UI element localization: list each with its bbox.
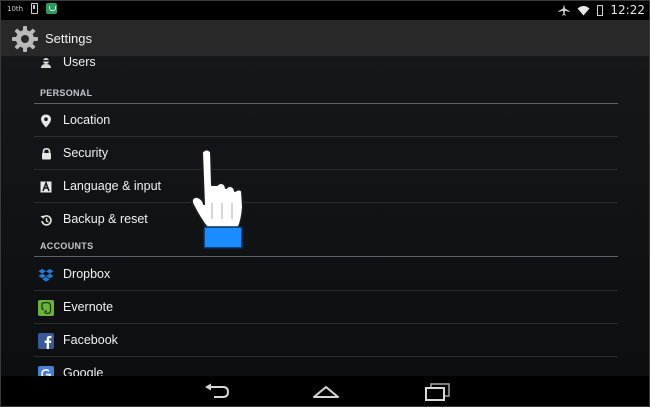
settings-item-label: Location xyxy=(63,113,111,127)
recent-apps-icon[interactable] xyxy=(422,382,452,402)
section-header-personal: PERSONAL xyxy=(34,82,618,104)
home-icon[interactable] xyxy=(311,382,341,402)
facebook-icon xyxy=(38,333,54,349)
settings-item-label: Evernote xyxy=(63,300,114,314)
settings-item-dropbox[interactable]: Dropbox xyxy=(34,258,618,291)
google-icon xyxy=(38,366,54,376)
evernote-icon xyxy=(38,300,54,316)
settings-item-security[interactable]: Security xyxy=(34,137,618,170)
section-header-accounts: ACCOUNTS xyxy=(34,235,618,257)
pointer-hand-cuff xyxy=(203,226,243,249)
settings-item-evernote[interactable]: Evernote xyxy=(34,291,618,324)
settings-item-google[interactable]: Google xyxy=(34,357,618,376)
section-header-label: PERSONAL xyxy=(40,88,93,98)
wifi-icon xyxy=(577,5,590,15)
settings-item-label: Backup & reset xyxy=(63,212,148,226)
screen-frame: 10th 12:22 Settings Users PERSONAL Locat… xyxy=(0,0,650,407)
settings-item-users[interactable]: Users xyxy=(34,57,618,77)
user-icon xyxy=(38,57,54,71)
status-bar-system: 12:22 xyxy=(558,3,645,17)
back-icon[interactable] xyxy=(202,382,232,402)
settings-item-label: Dropbox xyxy=(63,267,111,281)
page-title[interactable]: Settings xyxy=(45,31,92,46)
settings-item-backup-reset[interactable]: Backup & reset xyxy=(34,203,618,236)
language-icon xyxy=(38,179,54,195)
backup-icon xyxy=(38,212,54,228)
settings-gear-icon[interactable] xyxy=(11,25,39,53)
settings-item-location[interactable]: Location xyxy=(34,104,618,137)
location-pin-icon xyxy=(38,113,54,129)
action-bar: Settings xyxy=(1,20,649,57)
status-notification-text: 10th xyxy=(7,4,24,13)
lock-icon xyxy=(38,146,54,162)
settings-item-label: Security xyxy=(63,146,109,160)
status-clock: 12:22 xyxy=(610,3,645,17)
settings-item-label: Language & input xyxy=(63,179,162,193)
pointer-hand-icon xyxy=(190,148,244,249)
shield-icon xyxy=(46,3,58,14)
status-bar: 10th 12:22 xyxy=(1,1,649,20)
section-header-label: ACCOUNTS xyxy=(40,241,94,251)
settings-item-label: Users xyxy=(63,57,96,69)
settings-item-label: Facebook xyxy=(63,333,118,347)
airplane-icon xyxy=(558,4,570,16)
dropbox-icon xyxy=(38,267,54,283)
battery-icon xyxy=(597,4,604,16)
settings-item-facebook[interactable]: Facebook xyxy=(34,324,618,357)
settings-item-language-input[interactable]: Language & input xyxy=(34,170,618,203)
navigation-bar xyxy=(1,376,649,406)
status-bar-notifications: 10th xyxy=(7,3,58,14)
phone-icon xyxy=(31,3,39,14)
settings-list[interactable]: Users PERSONAL Location Security Languag… xyxy=(1,57,649,376)
settings-item-label: Google xyxy=(63,366,104,376)
